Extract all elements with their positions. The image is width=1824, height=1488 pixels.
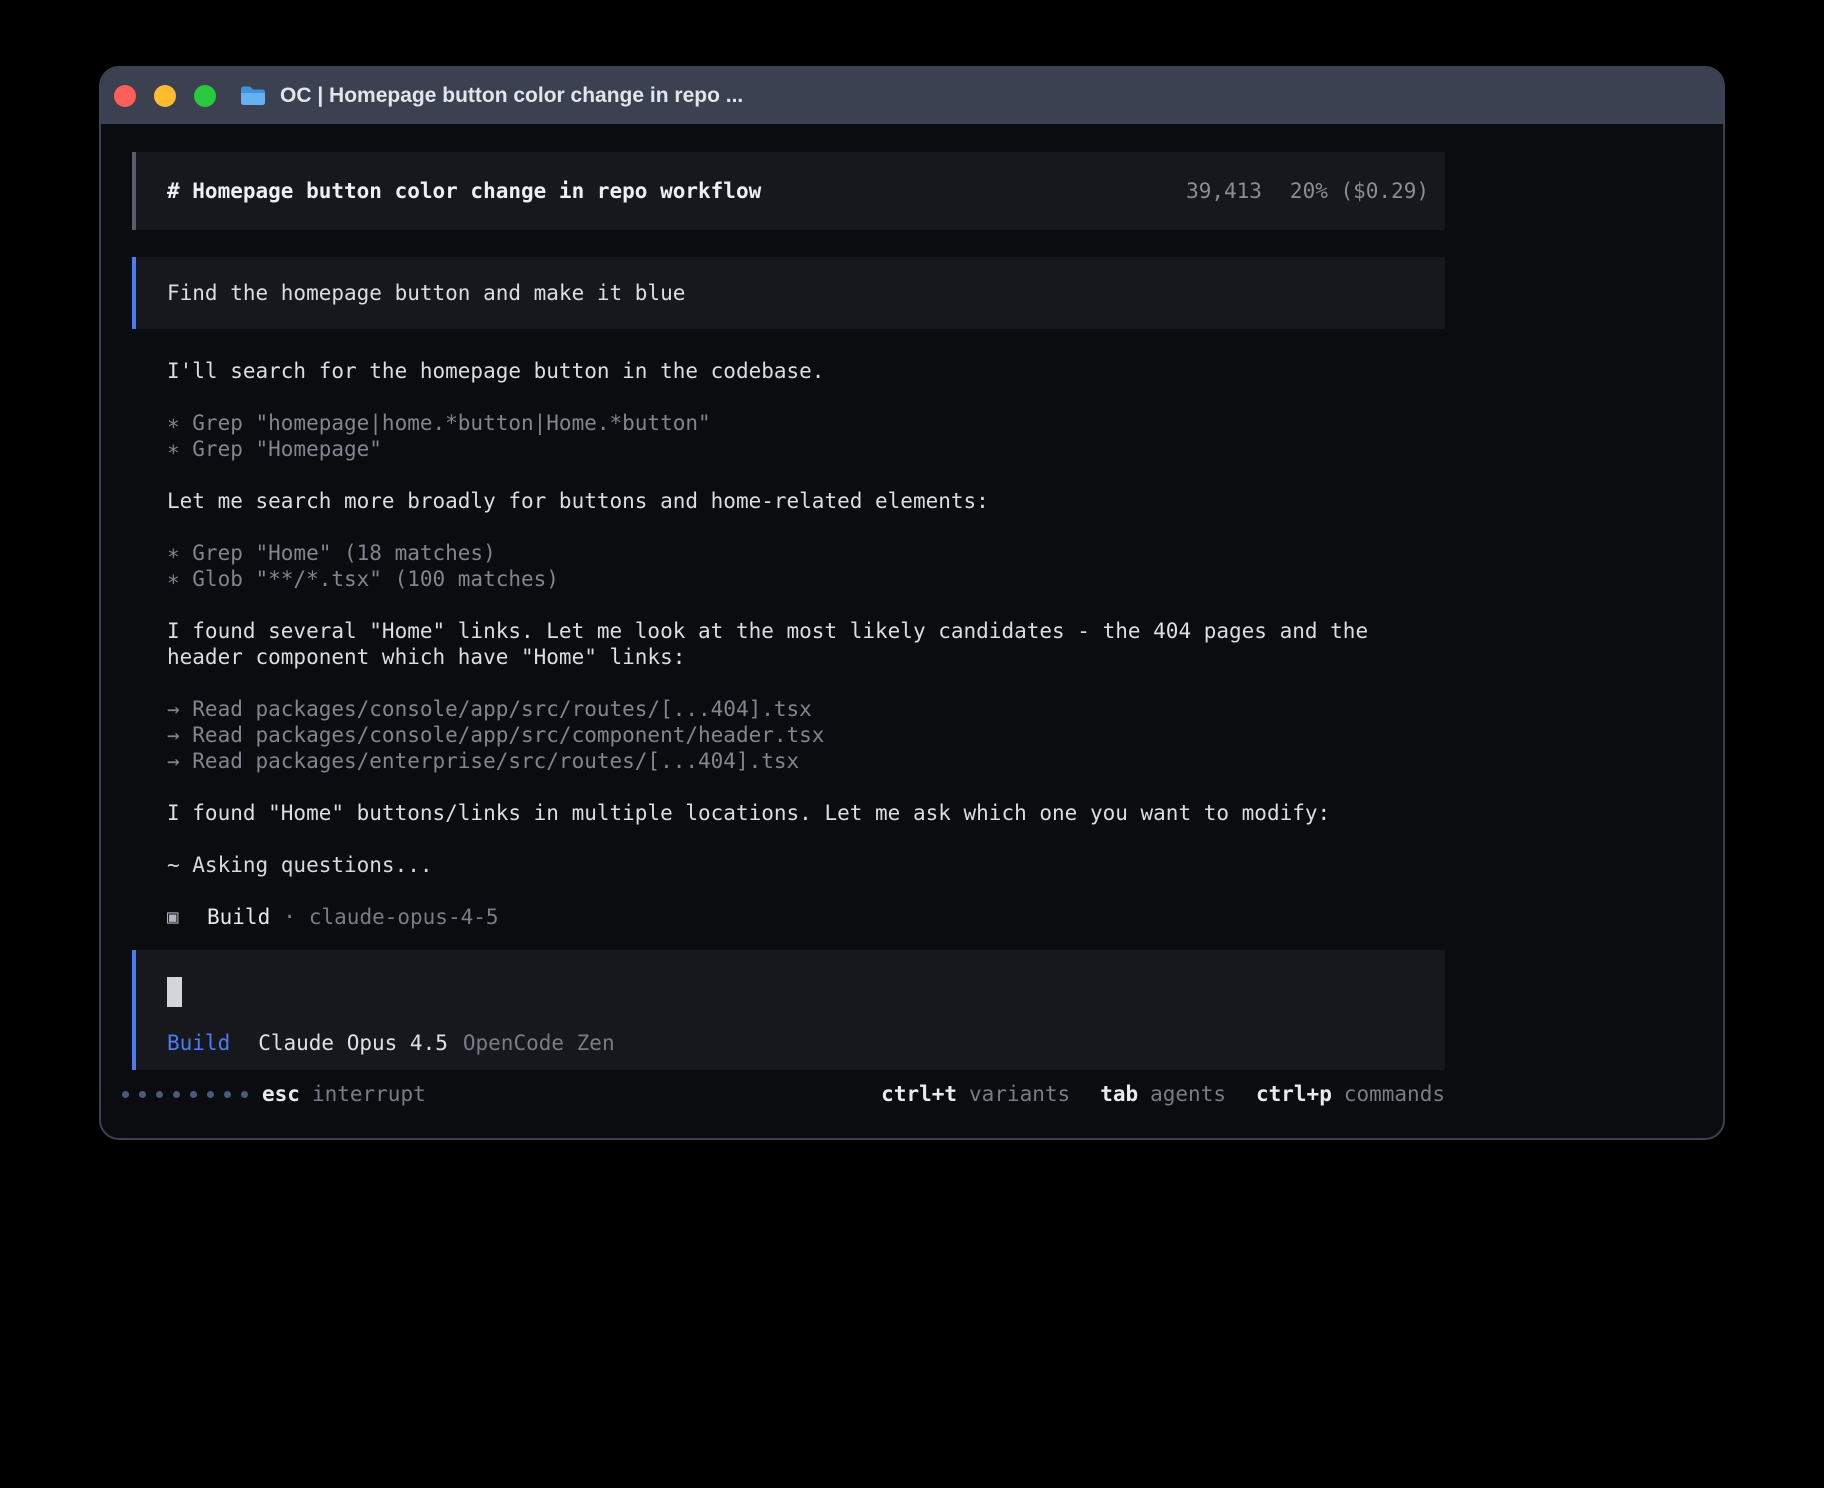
window-title: OC | Homepage button color change in rep… (280, 84, 743, 108)
mode-indicator[interactable]: Build (167, 1030, 230, 1056)
working-status: ~ Asking questions... (167, 852, 1429, 878)
spinner-dots (122, 1091, 258, 1098)
agent-status-row: ▣ Build · claude-opus-4-5 (167, 904, 1429, 930)
text-cursor (167, 977, 182, 1007)
assistant-message: Let me search more broadly for buttons a… (167, 488, 1429, 514)
tool-call-grep: ∗ Grep "homepage|home.*button|Home.*butt… (167, 410, 1429, 436)
window-titlebar: OC | Homepage button color change in rep… (101, 68, 1723, 124)
prompt-input[interactable]: Build Claude Opus 4.5 OpenCode Zen (132, 950, 1445, 1070)
spinner-dot (156, 1091, 163, 1098)
agent-separator: · (283, 904, 296, 930)
spinner-dot (122, 1091, 129, 1098)
assistant-message: I found "Home" buttons/links in multiple… (167, 800, 1429, 826)
provider-name: OpenCode Zen (463, 1030, 615, 1056)
minimize-button[interactable] (154, 85, 176, 107)
tool-call-grep: ∗ Grep "Homepage" (167, 436, 1429, 462)
window-title-group: OC | Homepage button color change in rep… (239, 84, 743, 108)
zoom-button[interactable] (194, 85, 216, 107)
spinner-dot (241, 1091, 248, 1098)
agent-model: claude-opus-4-5 (309, 904, 499, 930)
assistant-message: I found several "Home" links. Let me loo… (167, 618, 1429, 670)
shortcut-label-interrupt: interrupt (312, 1082, 426, 1106)
shortcut-key-ctrl-t: ctrl+t (881, 1082, 957, 1106)
tool-call-read: → Read packages/console/app/src/componen… (167, 722, 1429, 748)
token-count: 39,413 (1186, 179, 1262, 203)
user-message-text: Find the homepage button and make it blu… (167, 281, 685, 305)
context-usage: 20% ($0.29) (1290, 179, 1429, 203)
agent-name: Build (207, 904, 270, 930)
assistant-message: I'll search for the homepage button in t… (167, 358, 1429, 384)
status-bar-right: ctrl+t variants tab agents ctrl+p comman… (881, 1082, 1445, 1106)
spinner-dot (207, 1091, 214, 1098)
spinner-dot (224, 1091, 231, 1098)
tool-call-read: → Read packages/enterprise/src/routes/[.… (167, 748, 1429, 774)
spinner-dot (173, 1091, 180, 1098)
spinner-dot (190, 1091, 197, 1098)
shortcut-label-commands: commands (1344, 1082, 1445, 1106)
shortcut-key-esc: esc (262, 1082, 300, 1106)
user-message: Find the homepage button and make it blu… (132, 257, 1445, 329)
shortcut-key-tab: tab (1100, 1082, 1138, 1106)
shortcut-label-agents: agents (1150, 1082, 1226, 1106)
tool-call-group: → Read packages/console/app/src/routes/[… (167, 696, 1429, 774)
status-bar-left: esc interrupt (122, 1082, 426, 1106)
shortcut-commands: ctrl+p commands (1256, 1082, 1445, 1106)
input-meta-row: Build Claude Opus 4.5 OpenCode Zen (167, 1030, 1414, 1056)
session-stats: 39,413 20% ($0.29) (1186, 179, 1429, 203)
conversation-transcript: I'll search for the homepage button in t… (167, 358, 1429, 930)
shortcut-key-ctrl-p: ctrl+p (1256, 1082, 1332, 1106)
tool-call-grep: ∗ Grep "Home" (18 matches) (167, 540, 1429, 566)
tool-call-group: ∗ Grep "homepage|home.*button|Home.*butt… (167, 410, 1429, 462)
session-header: # Homepage button color change in repo w… (132, 152, 1445, 230)
model-name[interactable]: Claude Opus 4.5 (258, 1030, 448, 1056)
shortcut-label-variants: variants (969, 1082, 1070, 1106)
session-title: # Homepage button color change in repo w… (167, 179, 761, 203)
spinner-dot (139, 1091, 146, 1098)
status-bar: esc interrupt ctrl+t variants tab agents… (122, 1081, 1445, 1107)
folder-icon (239, 85, 267, 107)
shortcut-agents: tab agents (1100, 1082, 1226, 1106)
close-button[interactable] (114, 85, 136, 107)
tool-call-glob: ∗ Glob "**/*.tsx" (100 matches) (167, 566, 1429, 592)
agent-icon: ▣ (167, 904, 189, 930)
tool-call-read: → Read packages/console/app/src/routes/[… (167, 696, 1429, 722)
shortcut-variants: ctrl+t variants (881, 1082, 1070, 1106)
traffic-lights (114, 85, 216, 107)
terminal-window: OC | Homepage button color change in rep… (99, 66, 1725, 1140)
tool-call-group: ∗ Grep "Home" (18 matches) ∗ Glob "**/*.… (167, 540, 1429, 592)
